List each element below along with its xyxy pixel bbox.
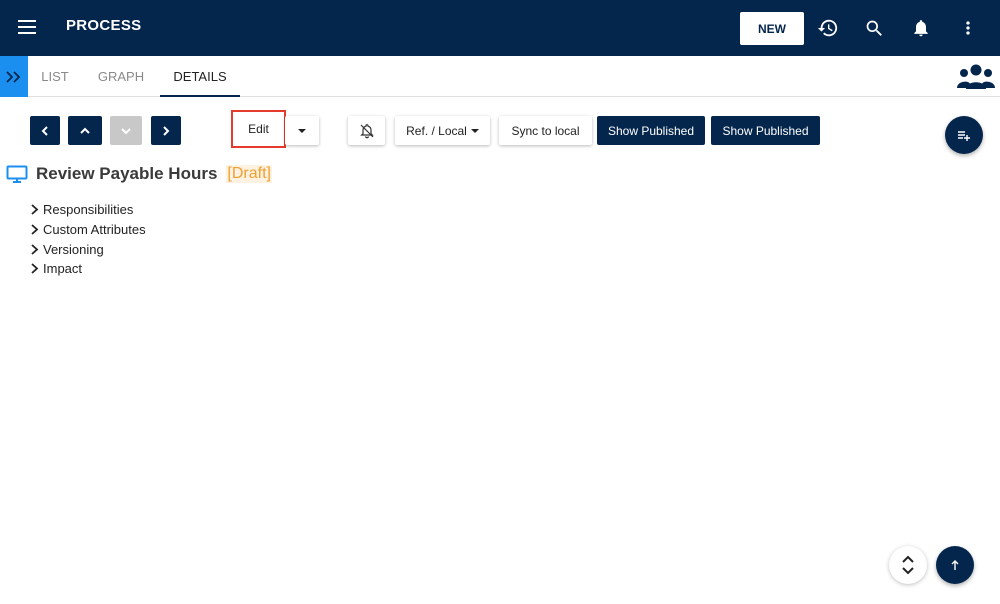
- notifications-off-button[interactable]: [348, 116, 385, 145]
- tab-list[interactable]: LIST: [30, 56, 80, 97]
- previous-button[interactable]: [30, 116, 60, 145]
- monitor-icon: [6, 165, 28, 183]
- section-label: Responsibilities: [43, 202, 134, 218]
- chevron-up-icon: [80, 127, 90, 134]
- chevron-left-icon: [41, 125, 48, 136]
- scroll-toggle-button[interactable]: [889, 546, 927, 584]
- section-list: Responsibilities Custom Attributes Versi…: [30, 200, 146, 279]
- search-icon[interactable]: [861, 15, 887, 41]
- tab-graph[interactable]: GRAPH: [90, 56, 152, 97]
- playlist-add-icon: [958, 131, 970, 141]
- new-button[interactable]: NEW: [740, 12, 804, 45]
- ref-local-label: Ref. / Local: [406, 123, 467, 138]
- chevron-right-icon: [163, 125, 170, 136]
- double-chevron-right-icon: [6, 70, 21, 83]
- up-button[interactable]: [68, 116, 102, 145]
- more-vert-icon[interactable]: [955, 15, 981, 41]
- menu-icon[interactable]: [14, 16, 40, 40]
- top-app-bar: PROCESS NEW: [0, 0, 1000, 56]
- scroll-to-top-button[interactable]: [936, 546, 974, 584]
- details-header: Review Payable Hours [Draft]: [6, 162, 272, 186]
- unfold-icon: [902, 555, 914, 575]
- tab-details[interactable]: DETAILS: [160, 56, 240, 97]
- chevron-right-icon: [31, 204, 39, 216]
- app-title: PROCESS: [66, 17, 142, 34]
- chevron-right-icon: [31, 244, 39, 255]
- history-icon[interactable]: [815, 15, 841, 41]
- team-icon[interactable]: [956, 62, 996, 92]
- caret-down-icon: [298, 128, 306, 133]
- bell-icon[interactable]: [908, 15, 934, 41]
- edit-options-dropdown[interactable]: [285, 116, 319, 145]
- expand-panel-toggle[interactable]: [0, 56, 28, 97]
- section-label: Custom Attributes: [43, 222, 146, 238]
- sync-to-local-button[interactable]: Sync to local: [499, 116, 592, 145]
- down-button[interactable]: [110, 116, 142, 145]
- chevron-right-icon: [31, 263, 39, 275]
- tab-bar: LIST GRAPH DETAILS: [0, 56, 1000, 97]
- status-badge: [Draft]: [226, 165, 272, 183]
- show-published-button[interactable]: Show Published: [597, 116, 705, 145]
- page-title: Review Payable Hours: [36, 164, 218, 183]
- section-versioning[interactable]: Versioning: [30, 239, 146, 259]
- next-button[interactable]: [151, 116, 181, 145]
- section-custom-attributes[interactable]: Custom Attributes: [30, 220, 146, 240]
- show-published-button-secondary[interactable]: Show Published: [711, 116, 820, 145]
- ref-local-dropdown[interactable]: Ref. / Local: [395, 116, 490, 145]
- section-responsibilities[interactable]: Responsibilities: [30, 200, 146, 220]
- section-impact[interactable]: Impact: [30, 259, 146, 279]
- chevron-down-icon: [121, 127, 131, 134]
- edit-button[interactable]: Edit: [231, 110, 286, 148]
- chevron-right-icon: [31, 224, 39, 235]
- add-to-list-button[interactable]: [945, 116, 983, 154]
- bell-off-icon: [359, 123, 374, 138]
- arrow-up-icon: [951, 560, 959, 570]
- section-label: Impact: [43, 261, 83, 277]
- caret-down-icon: [470, 128, 479, 133]
- section-label: Versioning: [43, 241, 104, 257]
